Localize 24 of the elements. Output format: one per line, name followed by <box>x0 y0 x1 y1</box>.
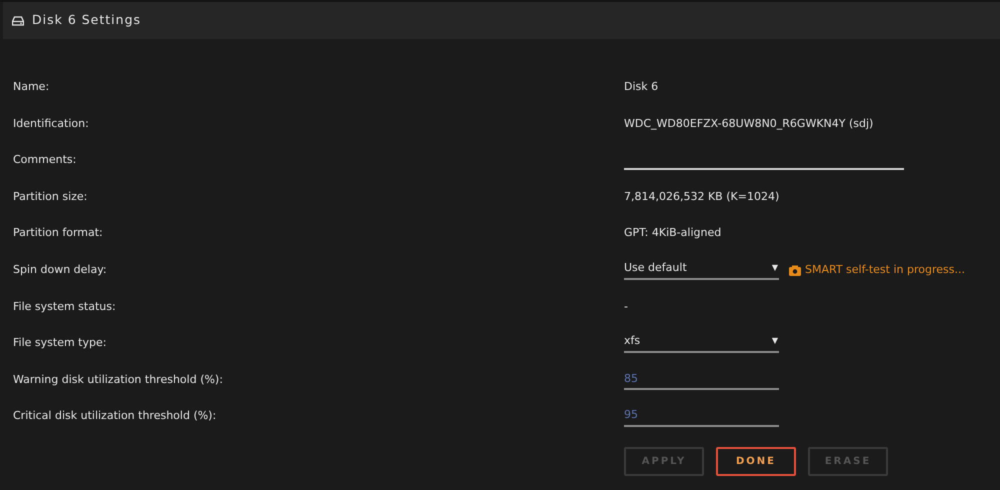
camera-icon <box>789 264 801 276</box>
field-label: File system status: <box>12 298 117 315</box>
hard-drive-icon <box>12 16 24 26</box>
field-label: Partition format: <box>12 225 104 242</box>
input-field[interactable]: 85 <box>624 370 779 390</box>
field-label: Spin down delay: <box>12 262 108 278</box>
field-value: GPT: 4KiB-aligned <box>624 225 722 242</box>
field-label: Partition size: <box>12 188 88 205</box>
action-button[interactable]: DONE <box>716 446 796 476</box>
dropdown-select[interactable]: xfs ▼ <box>624 333 779 354</box>
field-label: File system type: <box>12 335 108 352</box>
status-note: SMART self-test in progress... <box>805 262 965 278</box>
dropdown-select[interactable]: Use default ▼ <box>624 260 779 280</box>
field-value: 7,814,026,532 KB (K=1024) <box>624 188 780 205</box>
field-value: WDC_WD80EFZX-68UW8N0_R6GWKN4Y (sdj) <box>624 116 874 132</box>
field-value: - <box>624 298 628 315</box>
field-label: Name: <box>12 79 50 96</box>
field-label: Identification: <box>12 116 90 132</box>
field-label: Comments: <box>12 152 78 168</box>
field-label: Warning disk utilization threshold (%): <box>12 372 224 388</box>
field-value: Disk 6 <box>624 79 658 96</box>
input-field[interactable]: 95 <box>624 406 779 427</box>
field-label: Critical disk utilization threshold (%): <box>12 408 218 424</box>
header-title: Disk 6 Settings <box>32 11 142 30</box>
